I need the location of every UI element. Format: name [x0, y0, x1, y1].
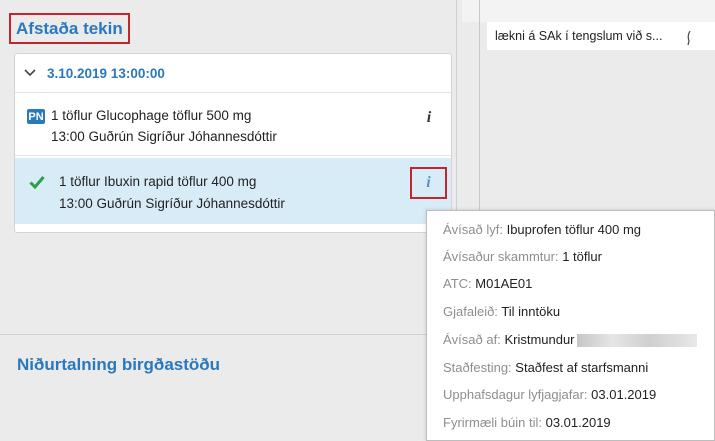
tooltip-label: Ávísaður skammtur:: [443, 249, 559, 264]
group-header[interactable]: 3.10.2019 13:00:00: [15, 54, 451, 93]
tooltip-value: Staðfest af starfsmanni: [515, 360, 649, 375]
info-icon-highlighted[interactable]: i: [410, 167, 447, 199]
divider: [0, 334, 456, 335]
tooltip-row: Gjafaleið: Til inntöku: [443, 304, 560, 319]
group-date: 3.10.2019 13:00:00: [47, 65, 165, 81]
administration-card: 3.10.2019 13:00:00 PN 1 töflur Glucophag…: [14, 53, 452, 233]
info-icon[interactable]: i: [421, 109, 437, 127]
redacted-text: [576, 334, 697, 348]
right-pane-header: [462, 0, 715, 22]
tooltip-label: Staðfesting:: [443, 360, 512, 375]
medication-label: 1 töflur Ibuxin rapid töflur 400 mg: [59, 174, 257, 189]
tooltip-value: 03.01.2019: [591, 387, 657, 402]
section-title-box: Afstaða tekin: [9, 13, 130, 44]
tooltip-label: Upphafsdagur lyfjagjafar:: [443, 387, 588, 402]
tooltip-label: ATC:: [443, 276, 472, 291]
stock-count-title: Niðurtalning birgðastöðu: [17, 355, 221, 374]
left-pane: Afstaða tekin 3.10.2019 13:00:00 PN 1 tö…: [0, 0, 462, 441]
administration-info: 13:00 Guðrún Sigríður Jóhannesdóttir: [59, 196, 285, 211]
check-icon: [29, 174, 45, 190]
tooltip-row: ATC: M01AE01: [443, 276, 532, 291]
pn-badge: PN: [27, 109, 45, 124]
tooltip-row: Upphafsdagur lyfjagjafar: 03.01.2019: [443, 387, 656, 402]
tooltip-value: M01AE01: [475, 276, 533, 291]
tooltip-value: Til inntöku: [501, 304, 561, 319]
tooltip-row: Fyrirmæli búin til: 03.01.2019: [443, 415, 611, 430]
pen-icon: [687, 30, 691, 46]
right-pane-text: lækni á SAk í tengslum við s...: [495, 29, 663, 43]
medication-label: 1 töflur Glucophage töflur 500 mg: [51, 108, 252, 123]
tooltip-value: 1 töflur: [562, 249, 602, 264]
tooltip-row: Ávísað lyf: Ibuprofen töflur 400 mg: [443, 222, 641, 237]
tooltip-value: Kristmundur: [504, 332, 575, 347]
tooltip-label: Gjafaleið:: [443, 304, 498, 319]
medication-details-tooltip: Ávísað lyf: Ibuprofen töflur 400 mg Ávís…: [426, 210, 715, 441]
chevron-down-icon[interactable]: [23, 66, 37, 80]
list-item[interactable]: PN 1 töflur Glucophage töflur 500 mg 13:…: [15, 94, 451, 156]
tooltip-row: Staðfesting: Staðfest af starfsmanni: [443, 360, 648, 375]
list-item-selected[interactable]: 1 töflur Ibuxin rapid töflur 400 mg 13:0…: [15, 158, 451, 224]
administration-info: 13:00 Guðrún Sigríður Jóhannesdóttir: [51, 129, 277, 144]
tooltip-row: Ávísað af: Kristmundur: [443, 332, 697, 348]
tooltip-label: Fyrirmæli búin til:: [443, 415, 542, 430]
tooltip-label: Ávísað lyf:: [443, 222, 503, 237]
tooltip-value: Ibuprofen töflur 400 mg: [506, 222, 642, 237]
tooltip-label: Ávísað af:: [443, 332, 501, 347]
tooltip-row: Ávísaður skammtur: 1 töflur: [443, 249, 602, 264]
right-pane-row[interactable]: lækni á SAk í tengslum við s...: [487, 22, 715, 50]
tooltip-value: 03.01.2019: [545, 415, 611, 430]
section-title: Afstaða tekin: [16, 18, 123, 38]
